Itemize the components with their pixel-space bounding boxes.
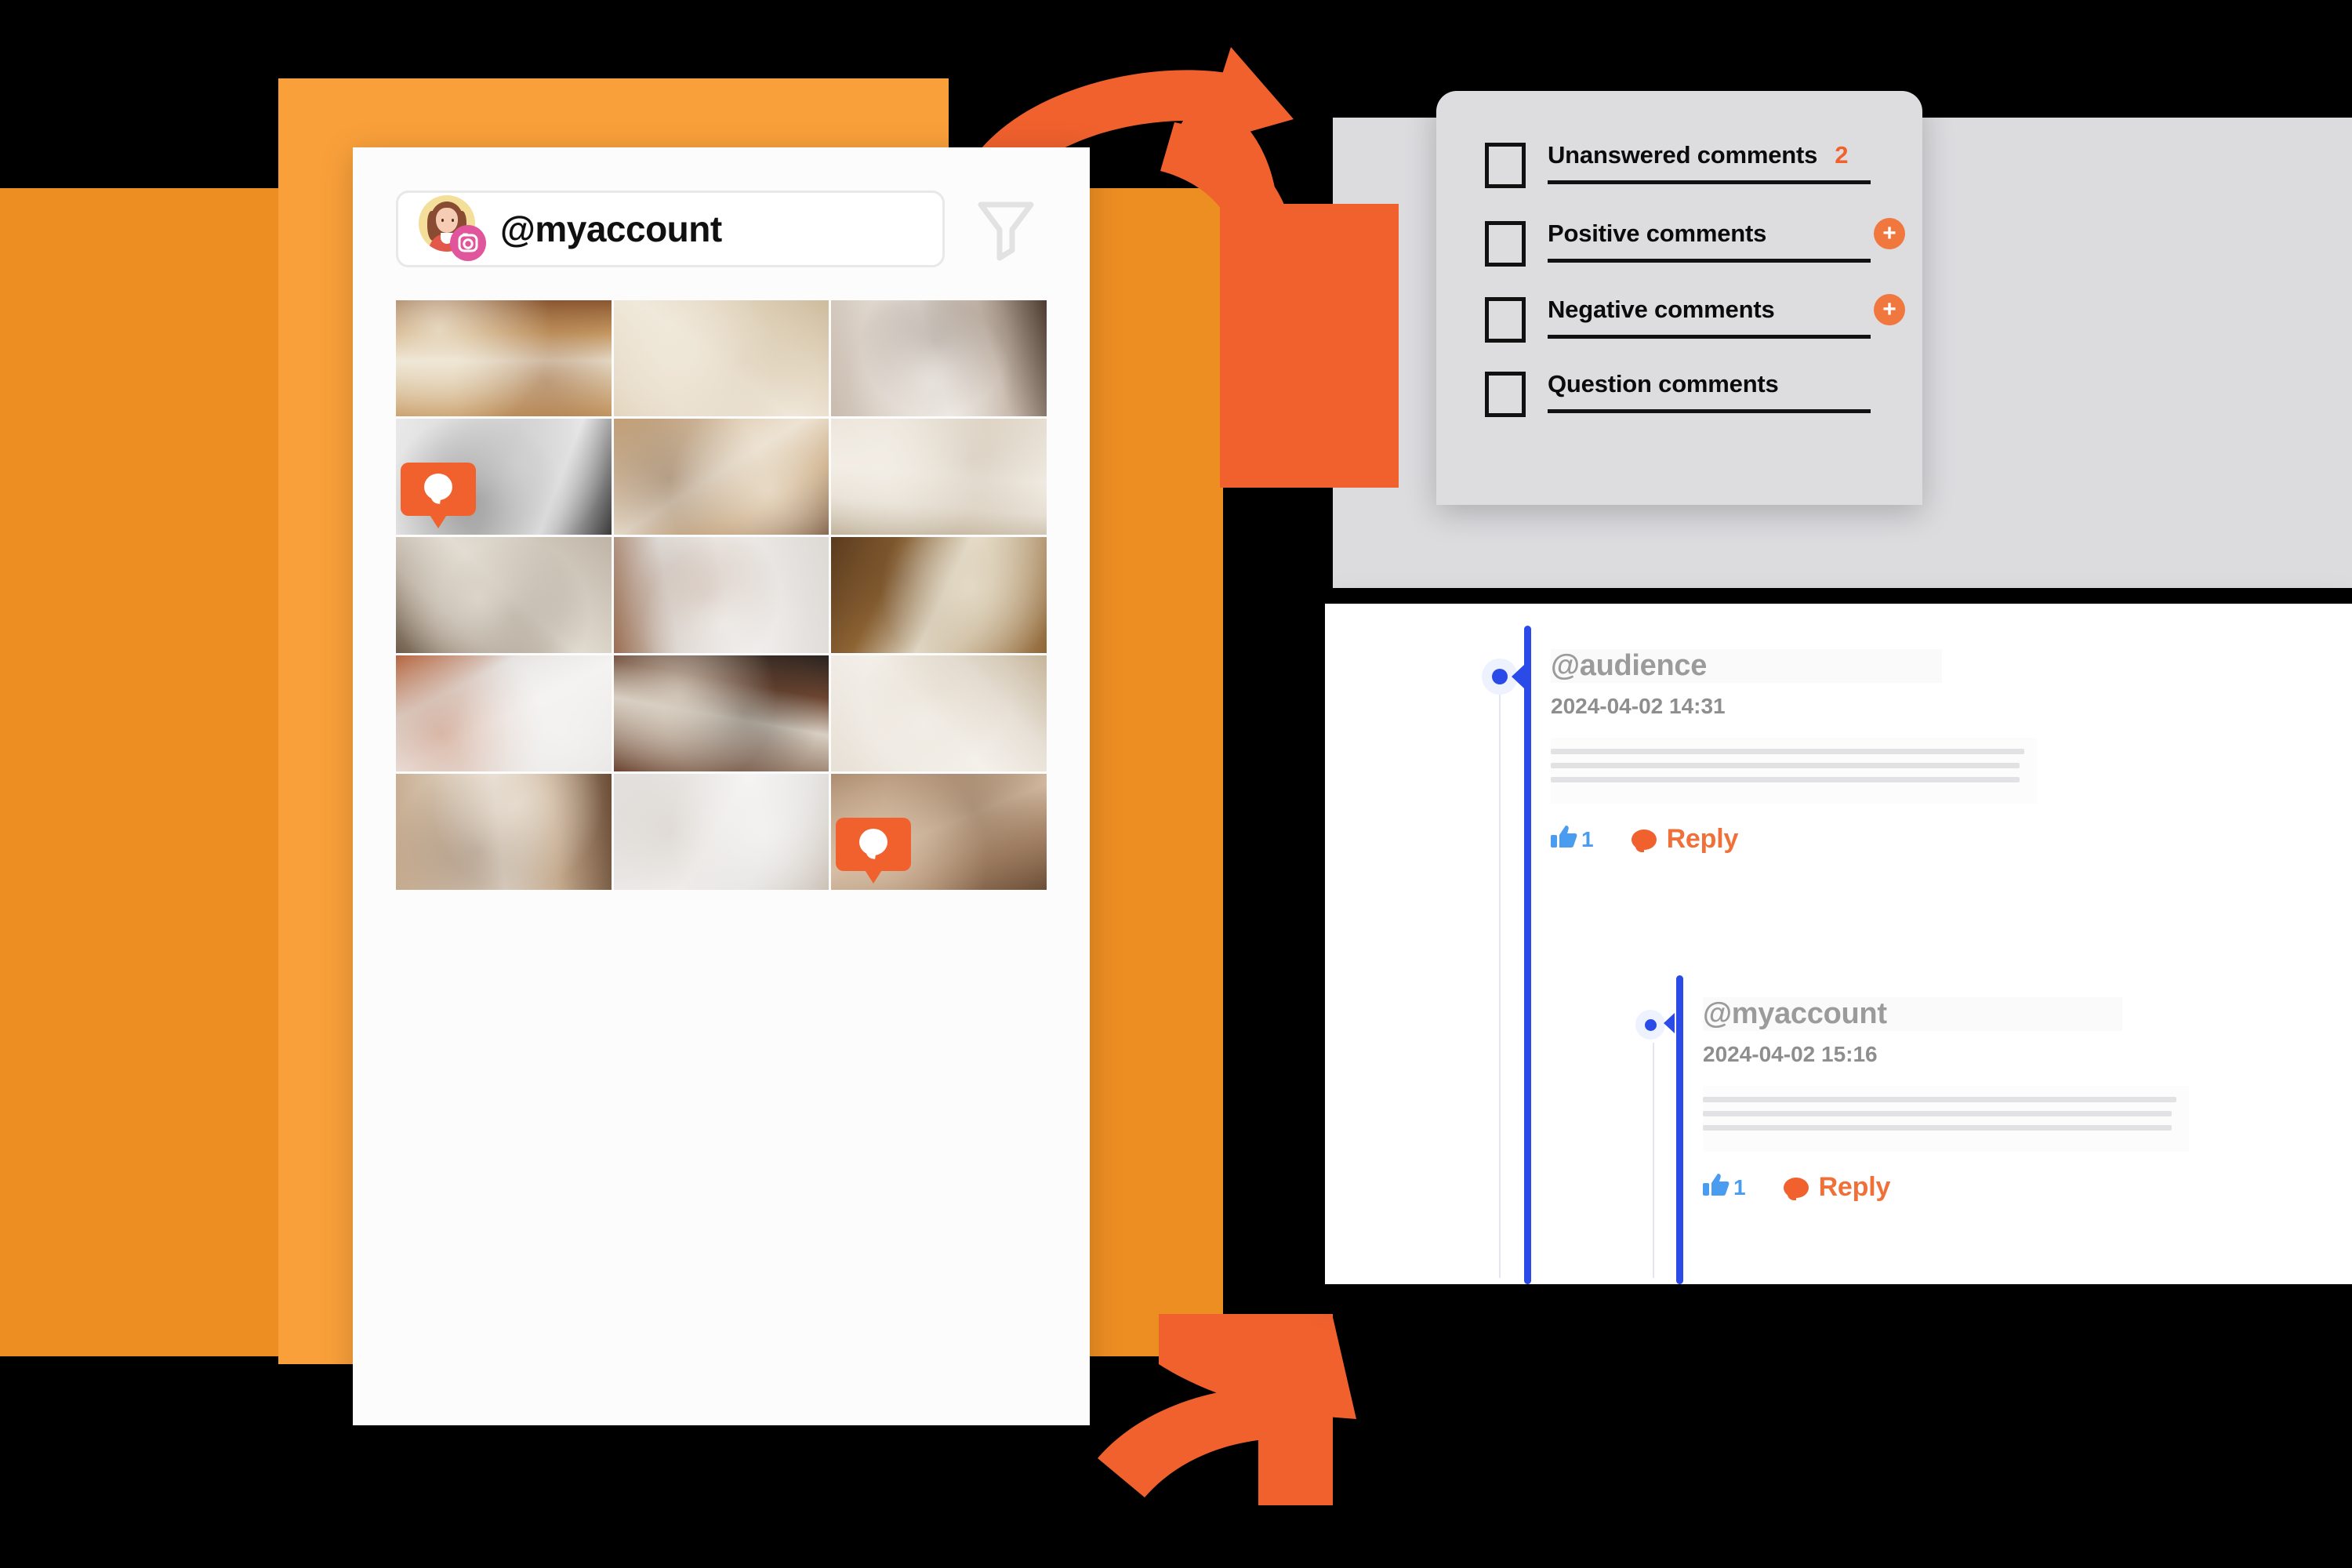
photo-cell[interactable] (613, 419, 829, 535)
instagram-icon (450, 225, 486, 261)
comment-bubble-icon (1631, 829, 1657, 852)
filter-underline (1548, 335, 1871, 339)
photo-cell[interactable] (831, 419, 1047, 535)
reply-button[interactable]: Reply (1631, 824, 1739, 855)
filter-label: Negative comments (1548, 296, 1775, 323)
comment-thread-panel: @audience 2024-04-02 14:31 1 Reply @myac… (1325, 604, 2352, 1284)
like-button[interactable]: 1 (1551, 825, 1594, 854)
filter-row[interactable]: Negative comments + (1485, 292, 1905, 343)
thread-node-dot-nested (1635, 1010, 1665, 1040)
comment-filter-panel: Unanswered comments 2 Positive comments + Ne… (1436, 91, 1922, 505)
account-handle: @myaccount (500, 209, 722, 249)
checkbox-empty-icon[interactable] (1485, 143, 1526, 188)
comment-item-nested: @myaccount 2024-04-02 15:16 1 Reply (1703, 997, 2189, 1203)
thread-connector-line (1499, 694, 1501, 1278)
photo-texture (396, 300, 612, 416)
photo-cell[interactable] (396, 537, 612, 653)
thread-connector-line-nested (1653, 1043, 1654, 1278)
photo-cell[interactable] (396, 774, 612, 890)
photo-cell[interactable] (396, 655, 612, 771)
filter-row[interactable]: Positive comments + (1485, 216, 1905, 267)
photo-texture (396, 774, 612, 890)
photo-cell[interactable] (613, 537, 829, 653)
checkbox-empty-icon[interactable] (1485, 297, 1526, 343)
photo-cell[interactable] (613, 774, 829, 890)
comment-item: @audience 2024-04-02 14:31 1 Reply (1551, 649, 2037, 855)
photo-texture (396, 655, 612, 771)
filter-count-badge: 2 (1835, 141, 1849, 169)
photo-cell[interactable] (831, 537, 1047, 653)
comment-bubble-icon (1783, 1177, 1809, 1200)
thread-rail-nested (1676, 975, 1683, 1284)
filter-label-group: Unanswered comments 2 (1548, 138, 1871, 184)
like-count: 1 (1581, 826, 1594, 851)
comment-actions: 1 Reply (1703, 1172, 2189, 1203)
comment-handle: @audience (1551, 649, 1943, 683)
filter-funnel-icon[interactable] (972, 196, 1040, 263)
photo-texture (831, 537, 1047, 653)
photo-cell[interactable] (831, 655, 1047, 771)
checkbox-empty-icon[interactable] (1485, 372, 1526, 417)
filter-row[interactable]: Unanswered comments 2 (1485, 138, 1871, 188)
thread-notch-icon-nested (1664, 1013, 1675, 1033)
plus-icon[interactable]: + (1874, 294, 1905, 325)
filter-label-line: Question comments (1548, 367, 1871, 401)
photo-cell[interactable] (613, 655, 829, 771)
comment-actions: 1 Reply (1551, 824, 2037, 855)
comment-bubble-badge-icon[interactable] (836, 818, 912, 884)
photo-cell[interactable] (613, 300, 829, 416)
photo-cell[interactable] (396, 419, 612, 535)
filter-label-line: Positive comments (1548, 216, 1871, 251)
account-search-bar[interactable]: @myaccount (396, 191, 945, 267)
filter-underline (1548, 180, 1871, 184)
like-count: 1 (1733, 1174, 1746, 1200)
comment-body-placeholder (1703, 1086, 2189, 1152)
filter-label: Unanswered comments (1548, 141, 1818, 169)
filter-underline (1548, 259, 1871, 263)
photo-cell[interactable] (396, 300, 612, 416)
thread-rail-root (1524, 626, 1531, 1284)
comment-timestamp: 2024-04-02 15:16 (1703, 1042, 1878, 1066)
reply-label: Reply (1666, 824, 1739, 854)
comment-body-placeholder (1551, 738, 2037, 804)
photo-texture (831, 300, 1047, 416)
photo-grid (396, 300, 1047, 890)
photo-texture (831, 419, 1047, 535)
like-button[interactable]: 1 (1703, 1173, 1746, 1202)
filter-row[interactable]: Question comments (1485, 367, 1871, 417)
filter-label: Question comments (1548, 370, 1779, 397)
avatar (419, 195, 486, 263)
photo-texture (831, 655, 1047, 771)
filter-label: Positive comments (1548, 220, 1767, 247)
photo-cell[interactable] (831, 300, 1047, 416)
instagram-grid-card: @myaccount (353, 147, 1090, 1425)
photo-cell[interactable] (831, 774, 1047, 890)
photo-texture (613, 655, 829, 771)
photo-texture (396, 537, 612, 653)
filter-label-group: Question comments (1548, 367, 1871, 413)
plus-icon[interactable]: + (1874, 218, 1905, 249)
comment-handle: @myaccount (1703, 997, 2122, 1031)
comment-timestamp: 2024-04-02 14:31 (1551, 694, 1726, 718)
thread-notch-icon (1512, 665, 1524, 688)
filter-label-group: Positive comments + (1548, 216, 1905, 263)
checkbox-empty-icon[interactable] (1485, 221, 1526, 267)
photo-texture (613, 774, 829, 890)
filter-label-line: Unanswered comments 2 (1548, 138, 1871, 172)
photo-texture (613, 300, 829, 416)
reply-label: Reply (1818, 1172, 1891, 1202)
comment-bubble-badge-icon[interactable] (401, 463, 476, 528)
filter-label-line: Negative comments (1548, 292, 1871, 327)
filter-label-group: Negative comments + (1548, 292, 1905, 339)
thumbs-up-icon (1551, 825, 1577, 854)
filter-underline (1548, 409, 1871, 413)
photo-texture (613, 537, 829, 653)
photo-texture (613, 419, 829, 535)
reply-button[interactable]: Reply (1783, 1172, 1891, 1203)
thumbs-up-icon (1703, 1173, 1730, 1202)
